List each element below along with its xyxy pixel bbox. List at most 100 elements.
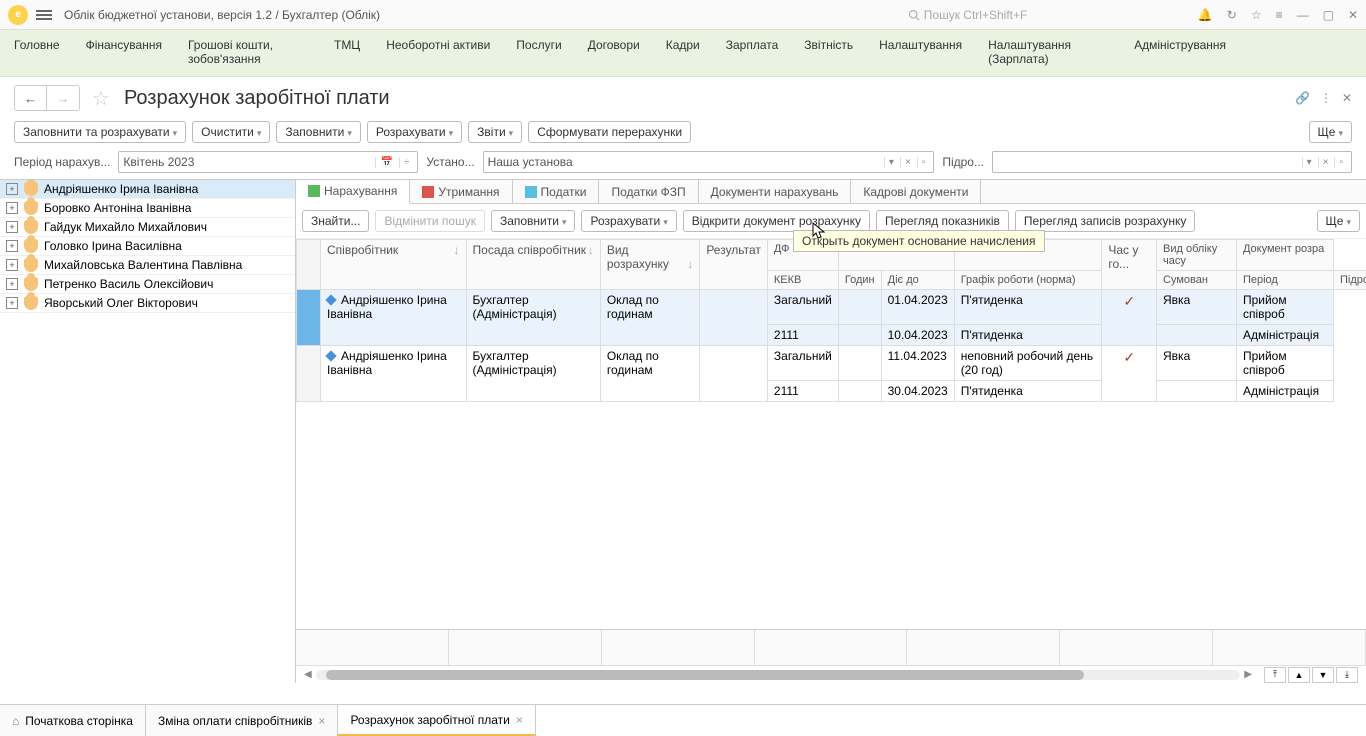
maximize-icon[interactable]: ▢ [1323, 8, 1334, 22]
close-icon[interactable]: × [318, 714, 325, 728]
nav-back-button[interactable]: ← [15, 86, 47, 110]
tab-documents[interactable]: Документи нарахувань [699, 180, 852, 203]
grid-up-button[interactable]: ▲ [1288, 667, 1310, 683]
view-indicators-button[interactable]: Перегляд показників [876, 210, 1009, 232]
expand-icon[interactable]: + [6, 259, 18, 271]
grid-bottom-button[interactable]: ⤓ [1336, 667, 1358, 683]
employee-row[interactable]: +Яворський Олег Вікторович [0, 294, 295, 313]
sub-calc-button[interactable]: Розрахувати [581, 210, 676, 232]
expand-icon[interactable]: + [6, 183, 18, 195]
history-icon[interactable]: ↻ [1227, 8, 1237, 22]
menu-main[interactable]: Головне [14, 38, 60, 66]
hamburger-icon[interactable] [36, 10, 52, 20]
avatar-icon [24, 277, 38, 291]
dropdown-icon[interactable]: ▾ [1302, 157, 1316, 168]
grid-footer [296, 629, 1366, 665]
diamond-icon [325, 294, 336, 305]
clear-button[interactable]: Очистити [192, 121, 270, 143]
expand-icon[interactable]: + [6, 221, 18, 233]
favorite-star-icon[interactable]: ☆ [92, 86, 110, 111]
employee-row[interactable]: +Гайдук Михайло Михайлович [0, 218, 295, 237]
calendar-icon[interactable]: 📅 [375, 157, 396, 168]
clear-icon[interactable]: × [1318, 157, 1333, 168]
menu-salary[interactable]: Зарплата [726, 38, 779, 66]
tab-narakhuvannya[interactable]: Нарахування [296, 180, 410, 204]
close-icon[interactable]: × [516, 713, 523, 727]
tab-utrymannya[interactable]: Утримання [410, 180, 512, 203]
link-icon[interactable]: 🔗 [1295, 91, 1310, 105]
ustanova-label: Устано... [426, 155, 474, 169]
calc-button[interactable]: Розрахувати [367, 121, 462, 143]
bell-icon[interactable]: 🔔 [1198, 8, 1213, 22]
kebab-icon[interactable]: ⋮ [1320, 91, 1332, 105]
grid-row[interactable]: Андріяшенко Ірина ІванівнаБухгалтер (Адм… [297, 290, 1366, 325]
close-page-icon[interactable]: ✕ [1342, 91, 1352, 105]
reports-button[interactable]: Звіти [468, 121, 522, 143]
menu-cash[interactable]: Грошові кошти, зобов'язання [188, 38, 308, 66]
employee-row[interactable]: + Боровко Антоніна Іванівна [0, 199, 295, 218]
star-icon[interactable]: ☆ [1251, 8, 1262, 22]
avatar-icon [24, 258, 38, 272]
open-icon[interactable]: ▫ [917, 157, 930, 168]
menu-settings[interactable]: Налаштування [879, 38, 962, 66]
pidrozdil-label: Підро... [942, 155, 984, 169]
employee-row[interactable]: + Андріяшенко Ірина Іванівна [0, 180, 295, 199]
global-search-input[interactable]: Пошук Ctrl+Shift+F [902, 6, 1182, 24]
employee-name: Боровко Антоніна Іванівна [44, 201, 191, 215]
stepper-icon[interactable]: ÷ [399, 157, 414, 168]
grid-down-button[interactable]: ▼ [1312, 667, 1334, 683]
expand-icon[interactable]: + [6, 240, 18, 252]
tab-podatky[interactable]: Податки [513, 180, 600, 203]
tab-salary-calc[interactable]: Розрахунок заробітної плати× [338, 705, 535, 736]
fill-button[interactable]: Заповнити [276, 121, 361, 143]
tab-hr-documents[interactable]: Кадрові документи [851, 180, 981, 203]
employee-row[interactable]: +Петренко Василь Олексійович [0, 275, 295, 294]
employee-row[interactable]: + Головко Ірина Василівна [0, 237, 295, 256]
menu-assets[interactable]: Необоротні активи [386, 38, 490, 66]
scroll-left-icon[interactable]: ◀ [304, 669, 312, 680]
home-tab[interactable]: ⌂Початкова сторінка [0, 705, 146, 736]
form-recalc-button[interactable]: Сформувати перерахунки [528, 121, 691, 143]
pidrozdil-field[interactable]: ▾×▫ [992, 151, 1352, 173]
view-records-button[interactable]: Перегляд записів розрахунку [1015, 210, 1195, 232]
ustanova-field[interactable]: Наша установа ▾×▫ [483, 151, 935, 173]
open-icon[interactable]: ▫ [1334, 157, 1347, 168]
grid-hscroll[interactable]: ◀ ▶ ⤒ ▲ ▼ ⤓ [296, 665, 1366, 683]
grid-top-button[interactable]: ⤒ [1264, 667, 1286, 683]
open-doc-button[interactable]: Відкрити документ розрахунку [683, 210, 870, 232]
menu-services[interactable]: Послуги [516, 38, 561, 66]
nav-forward-button[interactable]: → [47, 86, 79, 110]
grid-row[interactable]: Андріяшенко Ірина ІванівнаБухгалтер (Адм… [297, 346, 1366, 381]
period-field[interactable]: Квітень 2023 📅÷ [118, 151, 418, 173]
minimize-icon[interactable]: — [1297, 8, 1309, 22]
fill-and-calc-button[interactable]: Заповнити та розрахувати [14, 121, 186, 143]
dropdown-icon[interactable]: ▾ [884, 157, 898, 168]
clear-icon[interactable]: × [900, 157, 915, 168]
employee-name: Андріяшенко Ірина Іванівна [44, 182, 198, 196]
expand-icon[interactable]: + [6, 202, 18, 214]
accrual-grid: Співробітник ↓ Посада співробітник ↓ Вид… [296, 239, 1366, 402]
employee-row[interactable]: +Михайловська Валентина Павлівна [0, 256, 295, 275]
menu-admin[interactable]: Адміністрування [1134, 38, 1226, 66]
menu-reports[interactable]: Звітність [804, 38, 853, 66]
find-button[interactable]: Знайти... [302, 210, 369, 232]
avatar-icon [24, 220, 38, 234]
more-button[interactable]: Ще [1309, 121, 1352, 143]
scroll-right-icon[interactable]: ▶ [1244, 669, 1252, 680]
tab-podatky-fzp[interactable]: Податки ФЗП [599, 180, 698, 203]
expand-icon[interactable]: + [6, 297, 18, 309]
menu-hr[interactable]: Кадри [666, 38, 700, 66]
expand-icon[interactable]: + [6, 278, 18, 290]
menu-financing[interactable]: Фінансування [86, 38, 162, 66]
filter-icon[interactable]: ≡ [1276, 8, 1283, 22]
sub-more-button[interactable]: Ще [1317, 210, 1360, 232]
avatar-icon [24, 201, 38, 215]
sub-fill-button[interactable]: Заповнити [491, 210, 576, 232]
tab-strip: Нарахування Утримання Податки Податки ФЗ… [296, 180, 1366, 204]
menu-tmc[interactable]: ТМЦ [334, 38, 360, 66]
close-window-icon[interactable]: ✕ [1348, 8, 1358, 22]
employee-name: Головко Ірина Василівна [44, 239, 182, 253]
tab-salary-change[interactable]: Зміна оплати співробітників× [146, 705, 338, 736]
menu-settings-salary[interactable]: Налаштування (Зарплата) [988, 38, 1108, 66]
menu-contracts[interactable]: Договори [588, 38, 640, 66]
